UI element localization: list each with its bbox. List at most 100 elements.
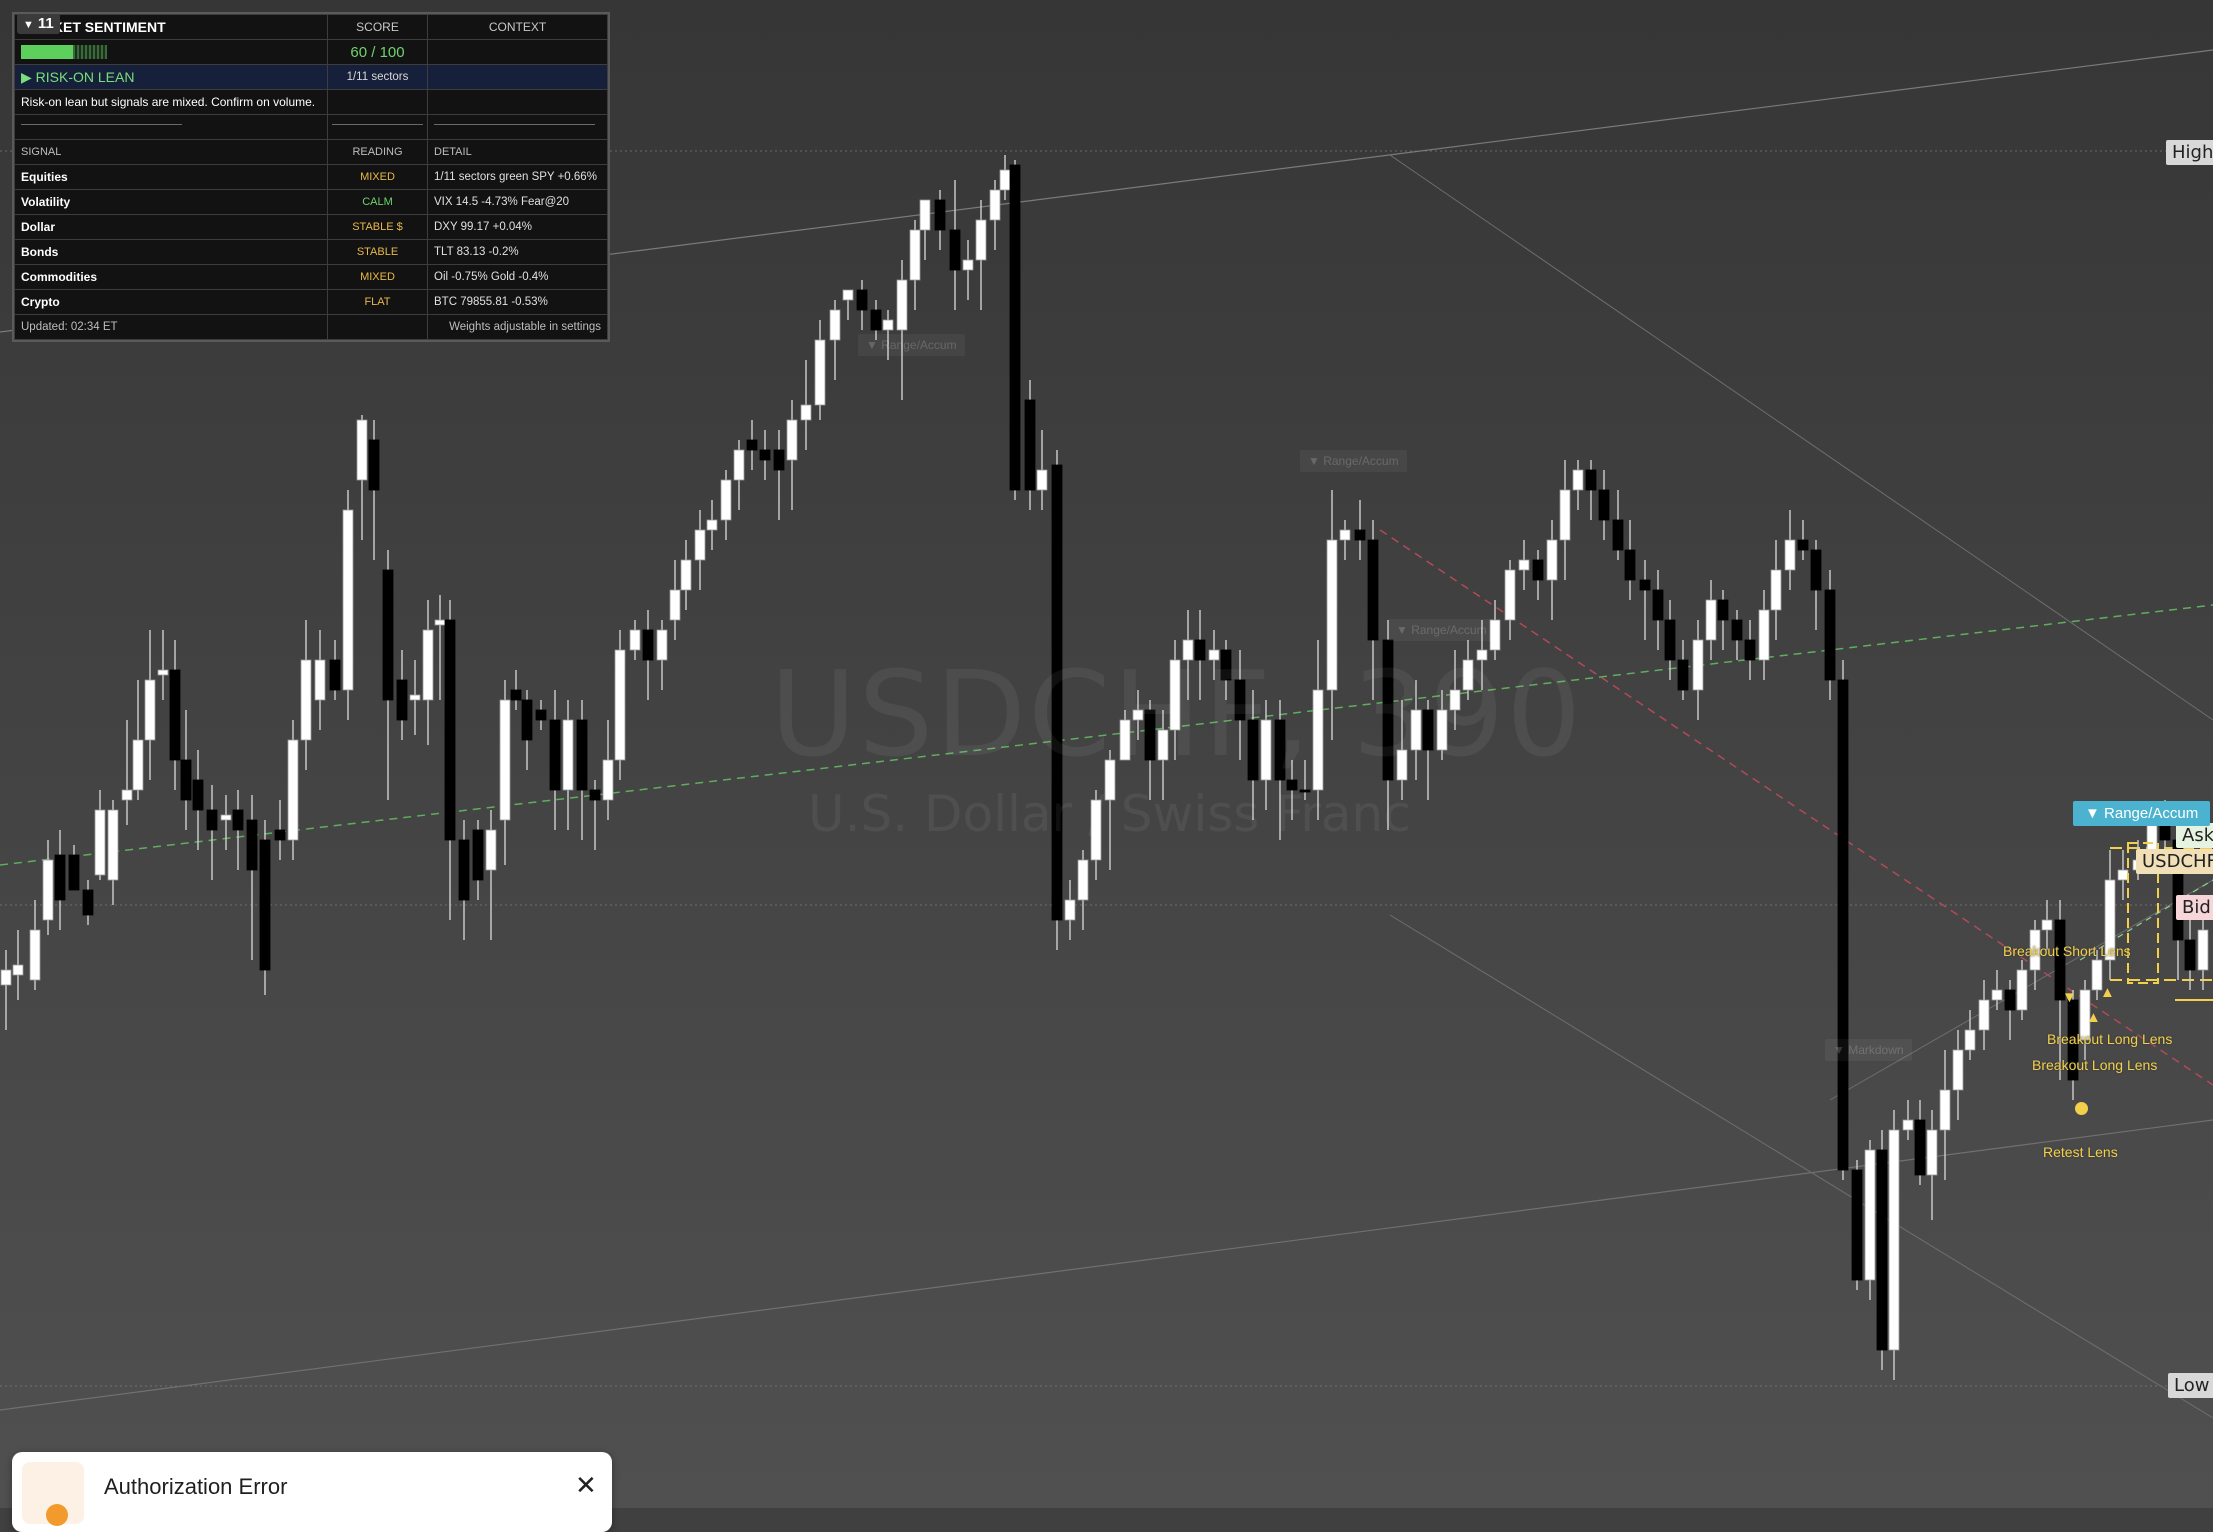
bullish-candle (1902, 1119, 1914, 1131)
warning-icon (46, 1504, 68, 1526)
bullish-candle (287, 739, 299, 841)
signal-detail: TLT 83.13 -0.2% (427, 239, 608, 265)
bullish-candle (1518, 559, 1530, 571)
bearish-candle (773, 449, 785, 471)
bullish-candle (107, 809, 119, 881)
bearish-candle (458, 839, 470, 901)
bullish-candle (1952, 1049, 1964, 1091)
breakout-long-marker: ▲ (2086, 1009, 2101, 1026)
bullish-candle (1546, 539, 1558, 581)
bullish-candle (694, 529, 706, 561)
divider (427, 114, 608, 140)
bullish-candle (29, 929, 41, 981)
signal-row: Bonds STABLE TLT 83.13 -0.2% (14, 239, 608, 265)
bearish-candle (934, 199, 946, 231)
bullish-candle (989, 189, 1001, 221)
bullish-candle (842, 289, 854, 301)
bearish-candle (746, 439, 758, 451)
bullish-candle (1559, 489, 1571, 541)
lean-sectors: 1/11 sectors (327, 64, 428, 90)
signal-header: SIGNAL (14, 139, 328, 165)
divider (327, 114, 428, 140)
bullish-candle (12, 964, 24, 976)
warning-icon-container (22, 1462, 84, 1526)
bearish-candle (589, 789, 601, 801)
bullish-candle (919, 199, 931, 231)
bullish-candle (629, 629, 641, 651)
bullish-candle (132, 739, 144, 791)
bearish-candle (1009, 164, 1021, 491)
chevron-down-icon: ▼ (23, 19, 34, 31)
bullish-candle (706, 519, 718, 531)
signal-row: Dollar STABLE $ DXY 99.17 +0.04% (14, 214, 608, 240)
bullish-candle (720, 479, 732, 521)
bearish-candle (329, 659, 341, 691)
bearish-candle (1532, 559, 1544, 581)
bullish-candle (434, 619, 446, 626)
bearish-candle (1731, 619, 1743, 641)
signal-detail: DXY 99.17 +0.04% (427, 214, 608, 240)
bullish-candle (1705, 599, 1717, 641)
bullish-candle (1978, 999, 1990, 1031)
retest-marker (2075, 1102, 2088, 1115)
bullish-candle (829, 309, 841, 341)
retest-lens-label: Retest Lens (2043, 1144, 2118, 1160)
bullish-candle (499, 699, 511, 821)
bullish-candle (1339, 529, 1351, 541)
bearish-candle (1624, 549, 1636, 581)
signal-row: Commodities MIXED Oil -0.75% Gold -0.4% (14, 264, 608, 290)
bullish-candle (1770, 569, 1782, 611)
bullish-candle (0, 969, 12, 986)
bullish-candle (356, 419, 368, 481)
bearish-candle (1744, 639, 1756, 661)
bullish-candle (409, 694, 421, 701)
bullish-candle (1036, 469, 1048, 491)
bearish-candle (472, 829, 484, 881)
bullish-candle (1964, 1029, 1976, 1051)
signal-name: Crypto (14, 289, 328, 315)
signal-reading: FLAT (327, 289, 428, 315)
bearish-candle (1639, 579, 1651, 591)
bullish-candle (614, 649, 626, 761)
detail-header: DETAIL (427, 139, 608, 165)
bullish-candle (999, 169, 1011, 191)
bullish-candle (602, 759, 614, 801)
collapse-toggle[interactable]: ▼ 11 (17, 15, 60, 34)
range-accum-badge[interactable]: ▼ Range/Accum (2073, 801, 2211, 826)
signal-row: Equities MIXED 1/11 sectors green SPY +0.6… (14, 164, 608, 190)
bearish-candle (1598, 489, 1610, 521)
bearish-candle (576, 719, 588, 791)
signal-name: Volatility (14, 189, 328, 215)
breakout-long-lens-label: Breakout Long Lens (2047, 1031, 2173, 1047)
bullish-candle (314, 659, 326, 701)
bearish-candle (549, 719, 561, 791)
breakout-short-lens-label: Breakout Short Lens (2003, 943, 2131, 959)
bearish-candle (759, 449, 771, 461)
close-icon[interactable]: ✕ (575, 1472, 597, 1498)
breakout-long-marker: ▲ (2100, 984, 2115, 1001)
signal-detail: BTC 79855.81 -0.53% (427, 289, 608, 315)
bearish-candle (642, 629, 654, 661)
bearish-candle (368, 439, 380, 491)
sentiment-message: Risk-on lean but signals are mixed. Conf… (14, 89, 328, 115)
bearish-candle (232, 809, 244, 831)
signal-row: Volatility CALM VIX 14.5 -4.73% Fear@20 (14, 189, 608, 215)
symbol-watermark: USDCHF, 390 (770, 645, 1584, 783)
bullish-candle (680, 559, 692, 591)
bearish-candle (1914, 1119, 1926, 1176)
signal-detail: Oil -0.75% Gold -0.4% (427, 264, 608, 290)
bearish-candle (1797, 539, 1809, 551)
bullish-candle (342, 509, 354, 691)
bullish-candle (485, 829, 497, 871)
bullish-candle (1064, 899, 1076, 921)
updated-time: Updated: 02:34 ET (14, 314, 328, 340)
bearish-candle (1612, 519, 1624, 551)
bullish-candle (2117, 869, 2129, 881)
bearish-candle (54, 854, 66, 901)
signal-name: Equities (14, 164, 328, 190)
bearish-candle (180, 759, 192, 801)
bearish-candle (1717, 599, 1729, 621)
market-sentiment-panel: ▼ 11 MARKET SENTIMENT SCORE CONTEXT 60 / … (12, 12, 610, 342)
bullish-candle (909, 229, 921, 281)
breakout-short-marker: ▼ (2062, 989, 2077, 1006)
